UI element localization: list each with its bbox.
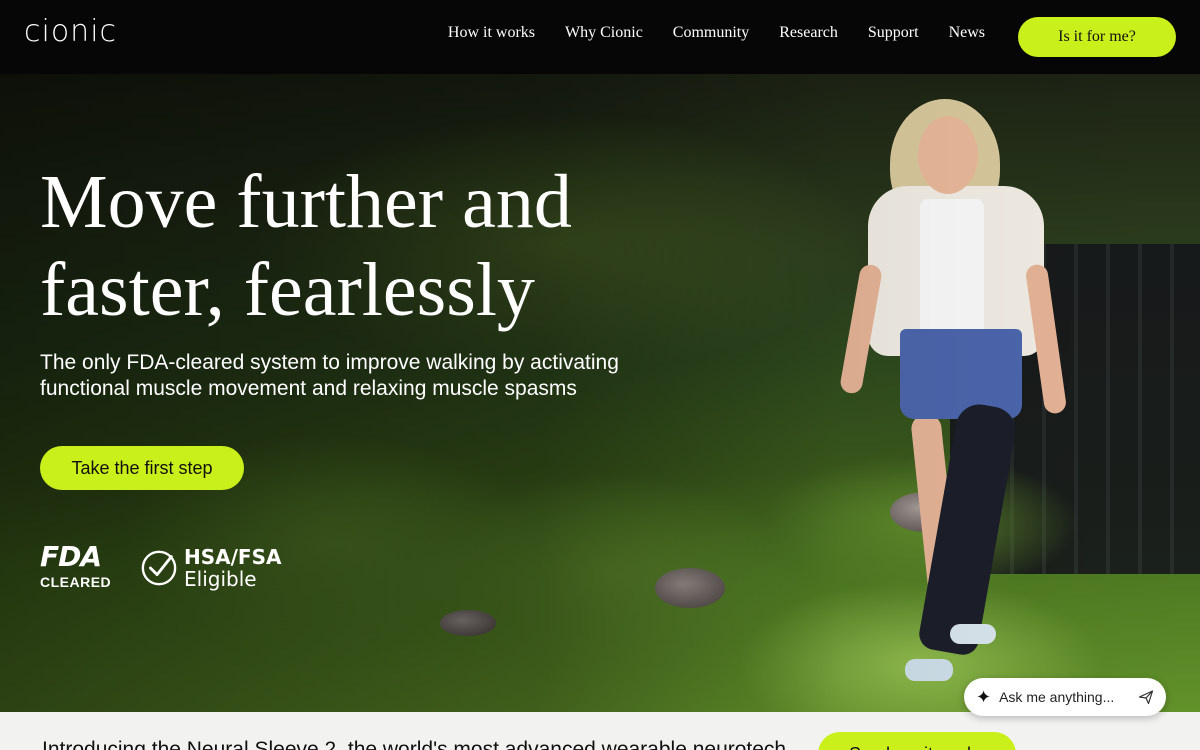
hero-title-line-1: Move further and <box>40 160 572 244</box>
fda-cleared-label: CLEARED <box>40 574 112 590</box>
nav-link-why-cionic[interactable]: Why Cionic <box>550 24 658 42</box>
nav-link-news[interactable]: News <box>934 24 1000 42</box>
fda-logo: FDA <box>40 540 102 573</box>
fda-cleared-badge: FDA CLEARED <box>40 540 112 591</box>
nav-link-how-it-works[interactable]: How it works <box>433 24 550 42</box>
hero-title-line-2: faster, fearlessly <box>40 248 535 332</box>
cionic-logo[interactable]: cionic <box>24 14 117 49</box>
eligible-label: Eligible <box>184 567 257 591</box>
chat-input-placeholder[interactable]: Ask me anything... <box>999 689 1130 705</box>
hero-subtitle: The only FDA-cleared system to improve w… <box>40 351 619 400</box>
hero-section: Move further and faster, fearlessly The … <box>0 74 1200 712</box>
check-circle-icon <box>141 550 177 586</box>
see-how-it-works-button[interactable]: See how it works <box>818 732 1016 750</box>
hsa-fsa-badge: HSA/FSA Eligible <box>140 546 281 590</box>
nav-link-support[interactable]: Support <box>853 24 934 42</box>
hsa-fsa-label: HSA/FSA <box>184 545 282 569</box>
hero-title: Move further and faster, fearlessly <box>40 158 680 334</box>
take-the-first-step-button[interactable]: Take the first step <box>40 446 244 490</box>
banner-text: Introducing the Neural Sleeve 2, the wor… <box>42 738 787 750</box>
is-it-for-me-button[interactable]: Is it for me? <box>1018 17 1176 57</box>
announcement-banner: Introducing the Neural Sleeve 2, the wor… <box>0 712 1200 750</box>
nav-links: How it works Why Cionic Community Resear… <box>433 24 1000 42</box>
chat-widget[interactable]: ✦ Ask me anything... <box>964 678 1166 716</box>
nav-link-research[interactable]: Research <box>764 24 853 42</box>
sparkle-icon: ✦ <box>976 686 992 707</box>
send-icon[interactable] <box>1138 689 1154 705</box>
nav-link-community[interactable]: Community <box>658 24 764 42</box>
top-navigation: cionic How it works Why Cionic Community… <box>0 0 1200 74</box>
